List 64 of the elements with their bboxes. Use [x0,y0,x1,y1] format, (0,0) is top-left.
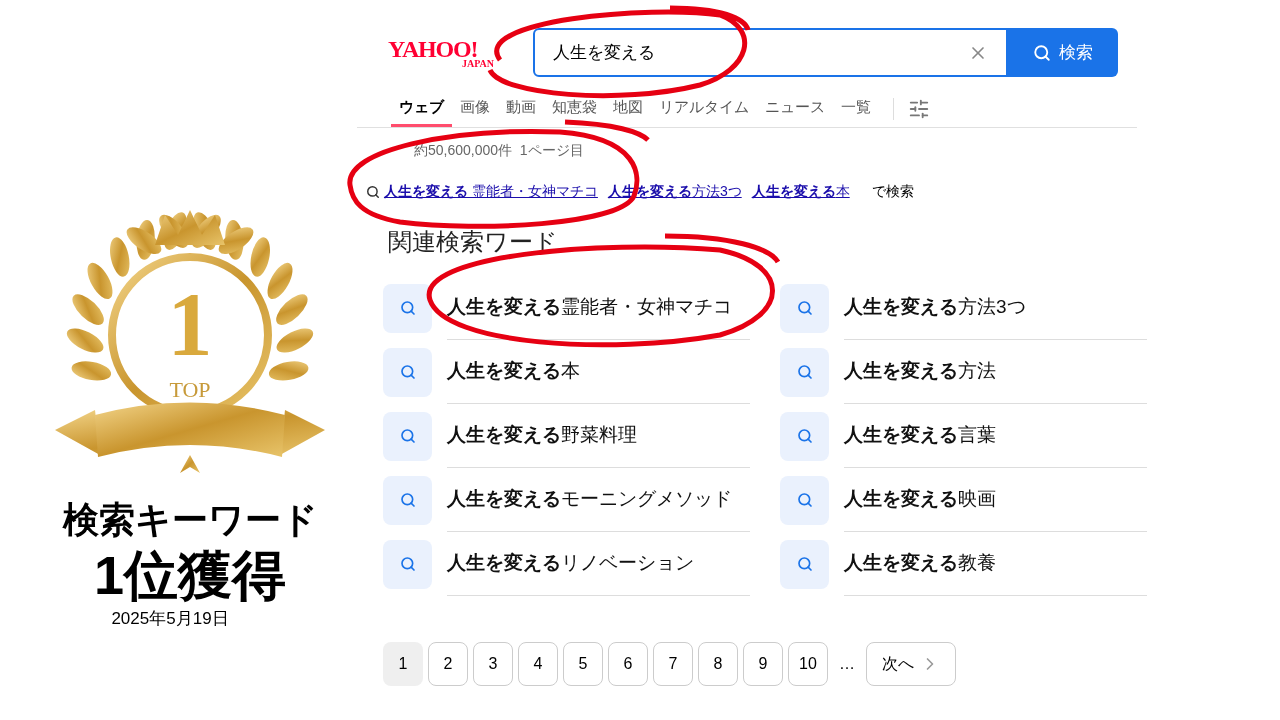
related-search-text: 人生を変える映画 [844,468,1147,532]
related-search-text: 人生を変える方法3つ [844,276,1147,340]
search-icon [796,364,813,380]
search-icon [399,556,416,572]
page-button[interactable]: 8 [698,642,738,686]
search-icon [366,184,380,199]
page-button[interactable]: 9 [743,642,783,686]
page-button[interactable]: 3 [473,642,513,686]
related-search-item[interactable]: 人生を変える野菜料理 [383,404,750,468]
site-logo: YAHOO! JAPAN [388,36,496,69]
related-search-item[interactable]: 人生を変えるモーニングメソッド [383,468,750,532]
search-icon [1033,43,1051,62]
search-icon [796,300,813,316]
search-button[interactable]: 検索 [1008,28,1118,77]
search-icon [399,492,416,508]
related-search-text: 人生を変える霊能者・女神マチコ [447,276,750,340]
search-icon [399,300,416,316]
page-button[interactable]: 7 [653,642,693,686]
page-ellipsis: … [838,654,856,674]
nav-tab[interactable]: 一覧 [833,91,879,127]
nav-tab[interactable]: 動画 [498,91,544,127]
page-button[interactable]: 4 [518,642,558,686]
result-count: 約50,600,000件 1ページ目 [414,141,585,160]
search-field[interactable]: 人生を変える [533,28,1008,77]
nav-tab[interactable]: リアルタイム [651,91,757,127]
related-search-item[interactable]: 人生を変える映画 [780,468,1147,532]
award-title: 検索キーワード [62,498,318,542]
page-button[interactable]: 6 [608,642,648,686]
nav-tab[interactable]: 画像 [452,91,498,127]
search-icon [399,428,416,444]
related-search-text: 人生を変える野菜料理 [447,404,750,468]
related-search-text: 人生を変える本 [447,340,750,404]
suggest-link[interactable]: 人生を変える本 [751,181,850,202]
filter-icon[interactable] [908,98,930,120]
search-icon [796,492,813,508]
suggest-suffix: で検索 [871,182,914,201]
related-search-item[interactable]: 人生を変えるリノベーション [383,532,750,596]
related-search-item[interactable]: 人生を変える教養 [780,532,1147,596]
related-search-item[interactable]: 人生を変える方法 [780,340,1147,404]
award-rank: 1位獲得 [93,544,286,607]
related-search-item[interactable]: 人生を変える本 [383,340,750,404]
related-search-text: 人生を変える言葉 [844,404,1147,468]
page-button[interactable]: 10 [788,642,828,686]
related-search-text: 人生を変える教養 [844,532,1147,596]
nav-tab[interactable]: 地図 [605,91,651,127]
search-icon [399,364,416,380]
page-button[interactable]: 5 [563,642,603,686]
related-search-item[interactable]: 人生を変える霊能者・女神マチコ [383,276,750,340]
related-search-item[interactable]: 人生を変える言葉 [780,404,1147,468]
page-button[interactable]: 2 [428,642,468,686]
nav-tab[interactable]: ウェブ [391,91,452,127]
next-page-button[interactable]: 次へ [866,642,956,686]
related-search-text: 人生を変えるリノベーション [447,532,750,596]
nav-tab[interactable]: 知恵袋 [544,91,605,127]
search-icon [796,556,813,572]
page-button[interactable]: 1 [383,642,423,686]
related-search-item[interactable]: 人生を変える方法3つ [780,276,1147,340]
search-icon [796,428,813,444]
related-search-text: 人生を変えるモーニングメソッド [447,468,750,532]
laurel-badge-drawing: 1 TOP [50,205,330,475]
suggest-link[interactable]: 人生を変える 霊能者・女神マチコ [384,181,598,202]
nav-tab[interactable]: ニュース [757,91,833,127]
related-search-text: 人生を変える方法 [844,340,1147,404]
award-date: 2025年5月19日 [111,607,230,630]
